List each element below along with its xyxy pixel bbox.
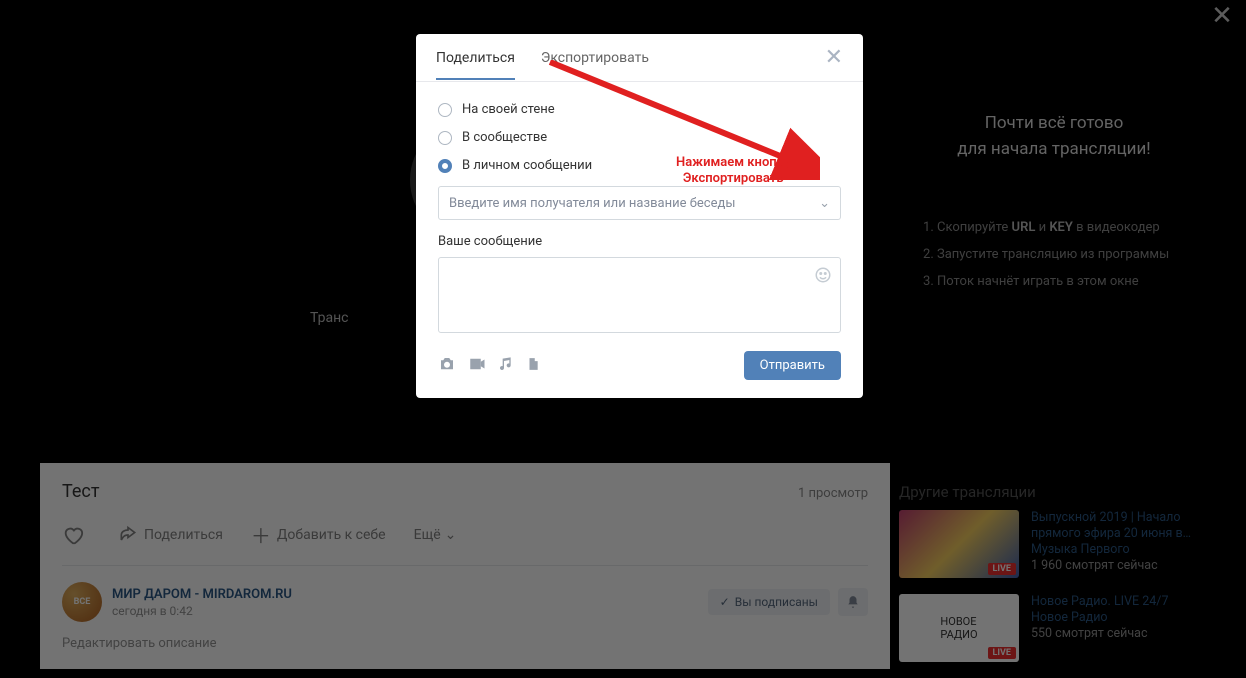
- share-modal: Поделиться Экспортировать ✕ На своей сте…: [416, 34, 863, 398]
- send-button[interactable]: Отправить: [744, 351, 841, 380]
- recipient-placeholder: Введите имя получателя или название бесе…: [449, 196, 735, 211]
- radio-own-wall[interactable]: На своей стене: [438, 102, 841, 117]
- music-icon[interactable]: [498, 355, 514, 377]
- tab-export[interactable]: Экспортировать: [541, 37, 649, 79]
- video-icon[interactable]: [468, 355, 486, 377]
- radio-icon: [438, 103, 452, 117]
- message-label: Ваше сообщение: [438, 234, 841, 249]
- tab-share[interactable]: Поделиться: [436, 37, 515, 79]
- document-icon[interactable]: [526, 355, 540, 377]
- radio-community[interactable]: В сообществе: [438, 130, 841, 145]
- radio-label: В сообществе: [462, 130, 547, 145]
- chevron-down-icon: ⌄: [819, 196, 830, 211]
- radio-icon: [438, 131, 452, 145]
- recipient-input[interactable]: Введите имя получателя или название бесе…: [438, 186, 841, 220]
- camera-icon[interactable]: [438, 355, 456, 377]
- emoji-icon[interactable]: [814, 266, 832, 288]
- radio-label: На своей стене: [462, 102, 555, 117]
- radio-private-message[interactable]: В личном сообщении: [438, 158, 841, 173]
- radio-icon: [438, 159, 452, 173]
- close-icon[interactable]: ✕: [825, 47, 843, 69]
- message-input[interactable]: [438, 257, 841, 333]
- radio-label: В личном сообщении: [462, 158, 592, 173]
